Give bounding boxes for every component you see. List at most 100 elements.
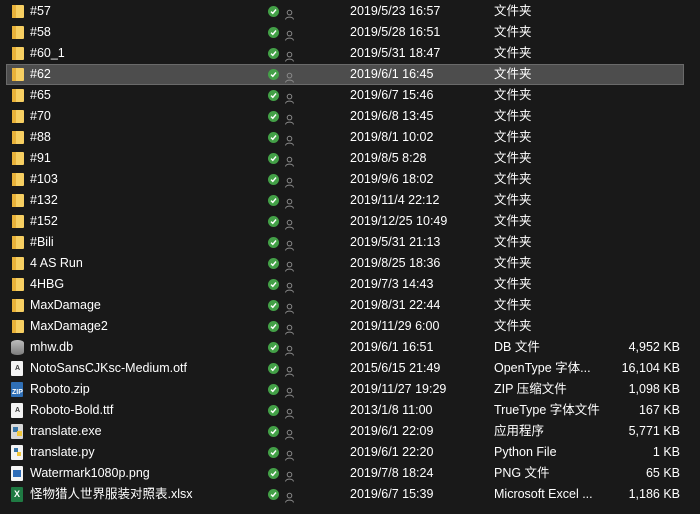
file-row[interactable]: #60_1 2019/5/31 18:47 文件夹 [0,43,700,64]
modified-date: 2019/6/1 22:20 [350,445,434,459]
file-type: 文件夹 [494,46,532,60]
file-row[interactable]: A NotoSansCJKsc-Medium.otf 2015/6/15 21:49… [0,358,700,379]
file-row[interactable]: MaxDamage 2019/8/31 22:44 文件夹 [0,295,700,316]
sync-status [268,400,298,421]
modified-date: 2019/8/1 10:02 [350,130,434,144]
shared-user-icon [284,237,295,251]
file-type: ZIP 压缩文件 [494,382,567,396]
modified-date: 2015/6/15 21:49 [350,361,441,375]
synced-check-icon [268,6,279,17]
shared-user-icon [284,69,295,83]
synced-check-icon [268,90,279,101]
shared-user-icon [284,48,295,62]
python-file-icon [10,442,26,463]
synced-check-icon [268,216,279,227]
synced-check-icon [268,111,279,122]
file-row[interactable]: Watermark1080p.png 2019/7/8 18:24 PNG 文件 65… [0,463,700,484]
modified-date: 2019/6/1 22:09 [350,424,434,438]
folder-icon [10,316,26,337]
file-row[interactable]: #103 2019/9/6 18:02 文件夹 [0,169,700,190]
shared-user-icon [284,111,295,125]
file-type: 文件夹 [494,109,532,123]
synced-check-icon [268,153,279,164]
shared-user-icon [284,132,295,146]
file-type: Python File [494,445,557,459]
sync-status [268,232,298,253]
modified-date: 2019/6/1 16:51 [350,340,434,354]
font-file-icon: A [10,400,26,421]
file-row[interactable]: #91 2019/8/5 8:28 文件夹 [0,148,700,169]
synced-check-icon [268,321,279,332]
shared-user-icon [284,447,295,461]
modified-date: 2019/7/3 14:43 [350,277,434,291]
file-row[interactable]: ZIP Roboto.zip 2019/11/27 19:29 ZIP 压缩文件 1,0… [0,379,700,400]
modified-date: 2019/8/5 8:28 [350,151,427,165]
modified-date: 2013/1/8 11:00 [350,403,433,417]
sync-status [268,127,298,148]
folder-icon [10,253,26,274]
file-row[interactable]: mhw.db 2019/6/1 16:51 DB 文件 4,952 KB [0,337,700,358]
sync-status [268,337,298,358]
modified-date: 2019/5/23 16:57 [350,4,441,18]
folder-icon [10,1,26,22]
file-row[interactable]: MaxDamage2 2019/11/29 6:00 文件夹 [0,316,700,337]
file-type: DB 文件 [494,340,540,354]
sync-status [268,85,298,106]
file-row[interactable]: X 怪物猎人世界服装对照表.xlsx 2019/6/7 15:39 Microsoft… [0,484,700,505]
file-size: 65 KB [645,466,680,480]
file-row[interactable]: #58 2019/5/28 16:51 文件夹 [0,22,700,43]
sync-status [268,211,298,232]
file-name: #57 [30,4,51,18]
shared-user-icon [284,321,295,335]
file-type: 文件夹 [494,67,532,81]
modified-date: 2019/12/25 10:49 [350,214,448,228]
sync-status [268,421,298,442]
file-type: 文件夹 [494,25,532,39]
file-row[interactable]: #Bili 2019/5/31 21:13 文件夹 [0,232,700,253]
font-file-icon: A [10,358,26,379]
file-row[interactable]: #152 2019/12/25 10:49 文件夹 [0,211,700,232]
modified-date: 2019/8/31 22:44 [350,298,441,312]
file-row[interactable]: 4HBG 2019/7/3 14:43 文件夹 [0,274,700,295]
modified-date: 2019/6/7 15:46 [350,88,434,102]
zip-file-icon: ZIP [10,379,26,400]
file-type: 文件夹 [494,4,532,18]
file-row[interactable]: #70 2019/6/8 13:45 文件夹 [0,106,700,127]
shared-user-icon [284,90,295,104]
modified-date: 2019/11/27 19:29 [350,382,447,396]
file-row[interactable]: #65 2019/6/7 15:46 文件夹 [0,85,700,106]
file-row[interactable]: #88 2019/8/1 10:02 文件夹 [0,127,700,148]
synced-check-icon [268,195,279,206]
database-icon [10,337,26,358]
sync-status [268,43,298,64]
file-name: Roboto-Bold.ttf [30,403,114,417]
folder-icon [10,22,26,43]
file-row[interactable]: #62 2019/6/1 16:45 文件夹 [6,64,684,85]
file-name: #152 [30,214,58,228]
folder-icon [10,148,26,169]
file-name: translate.exe [30,424,102,438]
file-type: OpenType 字体... [494,361,591,375]
shared-user-icon [284,258,295,272]
sync-status [268,316,298,337]
shared-user-icon [284,489,295,503]
shared-user-icon [284,468,295,482]
file-row[interactable]: #57 2019/5/23 16:57 文件夹 [0,1,700,22]
file-name: 4 AS Run [30,256,83,270]
modified-date: 2019/6/8 13:45 [350,109,434,123]
sync-status [268,358,298,379]
file-row[interactable]: translate.py 2019/6/1 22:20 Python File 1 K… [0,442,700,463]
file-row[interactable]: 4 AS Run 2019/8/25 18:36 文件夹 [0,253,700,274]
modified-date: 2019/7/8 18:24 [350,466,434,480]
synced-check-icon [268,489,279,500]
file-row[interactable]: A Roboto-Bold.ttf 2013/1/8 11:00 TrueType 字… [0,400,700,421]
sync-status [268,379,298,400]
file-row[interactable]: #132 2019/11/4 22:12 文件夹 [0,190,700,211]
excel-file-icon: X [10,484,26,505]
file-name: #58 [30,25,51,39]
sync-status [268,442,298,463]
file-row[interactable]: translate.exe 2019/6/1 22:09 应用程序 5,771 KB [0,421,700,442]
file-size: 4,952 KB [628,340,680,354]
modified-date: 2019/9/6 18:02 [350,172,434,186]
sync-status [268,463,298,484]
